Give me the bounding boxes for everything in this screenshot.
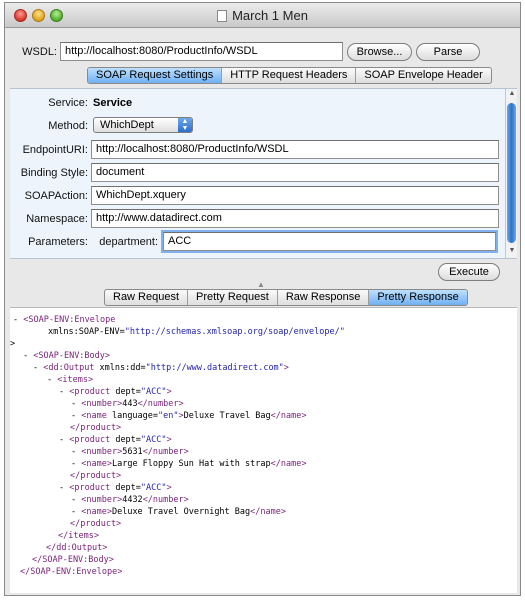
tab-soap-request-settings[interactable]: SOAP Request Settings — [88, 68, 223, 83]
collapse-toggle[interactable]: - — [71, 447, 76, 457]
method-select-value: WhichDept — [100, 119, 154, 131]
collapse-toggle[interactable]: - — [71, 399, 76, 409]
xml-line: - <name language="en">Deluxe Travel Bag<… — [71, 411, 307, 421]
soap-settings-panel: Service: Service Method: WhichDept ▲ ▼ En… — [10, 88, 517, 259]
tab-raw-request[interactable]: Raw Request — [105, 290, 189, 305]
collapse-toggle[interactable]: - — [13, 315, 18, 325]
settings-scrollbar[interactable]: ▲ ▼ — [505, 89, 517, 258]
tab-pretty-request[interactable]: Pretty Request — [188, 290, 278, 305]
xml-line: xmlns:SOAP-ENV="http://schemas.xmlsoap.o… — [48, 327, 345, 337]
xml-line: - <number>5631</number> — [71, 447, 189, 457]
wsdl-input[interactable]: http://localhost:8080/ProductInfo/WSDL — [60, 42, 343, 61]
collapse-toggle[interactable]: - — [59, 483, 64, 493]
xml-line: </dd:Output> — [46, 543, 108, 553]
xml-line: - <number>4432</number> — [71, 495, 189, 505]
xml-line: - <SOAP-ENV:Envelope — [13, 315, 116, 325]
collapse-toggle[interactable]: - — [47, 375, 52, 385]
xml-line: - <number>443</number> — [71, 399, 184, 409]
parameters-label: Parameters: — [28, 236, 88, 248]
collapse-toggle[interactable]: - — [71, 459, 76, 469]
response-tabs: Raw Request Pretty Request Raw Response … — [104, 289, 468, 306]
param-department-input[interactable]: ACC — [163, 232, 496, 251]
xml-response-view: - <SOAP-ENV:Envelope xmlns:SOAP-ENV="htt… — [10, 307, 517, 593]
service-value: Service — [93, 97, 133, 109]
xml-line: - <SOAP-ENV:Body> — [23, 351, 111, 361]
tab-pretty-response[interactable]: Pretty Response — [369, 290, 467, 305]
soapaction-label: SOAPAction: — [24, 190, 88, 202]
scroll-up-icon[interactable]: ▲ — [507, 90, 517, 100]
xml-line: </product> — [70, 423, 122, 433]
soapaction-input[interactable]: WhichDept.xquery — [91, 186, 499, 205]
xml-line: </items> — [58, 531, 99, 541]
collapse-toggle[interactable]: - — [71, 507, 76, 517]
app-window: March 1 Men WSDL: http://localhost:8080/… — [4, 2, 521, 596]
namespace-label: Namespace: — [26, 213, 88, 225]
settings-tabs: SOAP Request Settings HTTP Request Heade… — [87, 67, 492, 84]
tab-http-request-headers[interactable]: HTTP Request Headers — [222, 68, 357, 83]
xml-line: > — [10, 339, 16, 349]
xml-line: - <product dept="ACC"> — [59, 435, 172, 445]
namespace-input[interactable]: http://www.datadirect.com — [91, 209, 499, 228]
xml-line: - <items> — [47, 375, 94, 385]
xml-line: - <product dept="ACC"> — [59, 483, 172, 493]
collapse-toggle[interactable]: - — [59, 387, 64, 397]
window-title: March 1 Men — [5, 8, 520, 23]
method-label: Method: — [48, 120, 88, 132]
xml-line: - <dd:Output xmlns:dd="http://www.datadi… — [33, 363, 289, 373]
collapse-toggle[interactable]: - — [71, 411, 76, 421]
collapse-toggle[interactable]: - — [59, 435, 64, 445]
execute-button[interactable]: Execute — [438, 263, 500, 281]
document-icon — [217, 10, 228, 22]
scroll-thumb[interactable] — [507, 103, 516, 243]
collapse-toggle[interactable]: - — [71, 495, 76, 505]
xml-line: </product> — [70, 471, 122, 481]
title-bar: March 1 Men — [5, 3, 520, 28]
parse-button[interactable]: Parse — [416, 43, 480, 61]
xml-line: </SOAP-ENV:Body> — [32, 555, 114, 565]
xml-line: </product> — [70, 519, 122, 529]
xml-line: - <product dept="ACC"> — [59, 387, 172, 397]
binding-style-label: Binding Style: — [20, 167, 88, 179]
browse-button[interactable]: Browse... — [347, 43, 412, 61]
updown-arrows-icon: ▲ ▼ — [178, 118, 192, 132]
tab-soap-envelope-header[interactable]: SOAP Envelope Header — [356, 68, 490, 83]
wsdl-label: WSDL: — [22, 46, 57, 58]
endpoint-label: EndpointURI: — [22, 144, 88, 156]
param-department-label: department: — [99, 236, 158, 248]
window-title-text: March 1 Men — [232, 8, 308, 23]
scroll-down-icon[interactable]: ▼ — [507, 247, 517, 257]
collapse-toggle[interactable]: - — [33, 363, 38, 373]
collapse-toggle[interactable]: - — [23, 351, 28, 361]
xml-line: - <name>Large Floppy Sun Hat with strap<… — [71, 459, 307, 469]
service-label: Service: — [48, 97, 88, 109]
xml-line: </SOAP-ENV:Envelope> — [20, 567, 123, 577]
method-select[interactable]: WhichDept ▲ ▼ — [93, 117, 193, 133]
tab-raw-response[interactable]: Raw Response — [278, 290, 370, 305]
xml-line: - <name>Deluxe Travel Overnight Bag</nam… — [71, 507, 286, 517]
endpoint-input[interactable]: http://localhost:8080/ProductInfo/WSDL — [91, 140, 499, 159]
splitter-grip-icon[interactable]: ▲ — [257, 280, 265, 289]
binding-style-input[interactable]: document — [91, 163, 499, 182]
